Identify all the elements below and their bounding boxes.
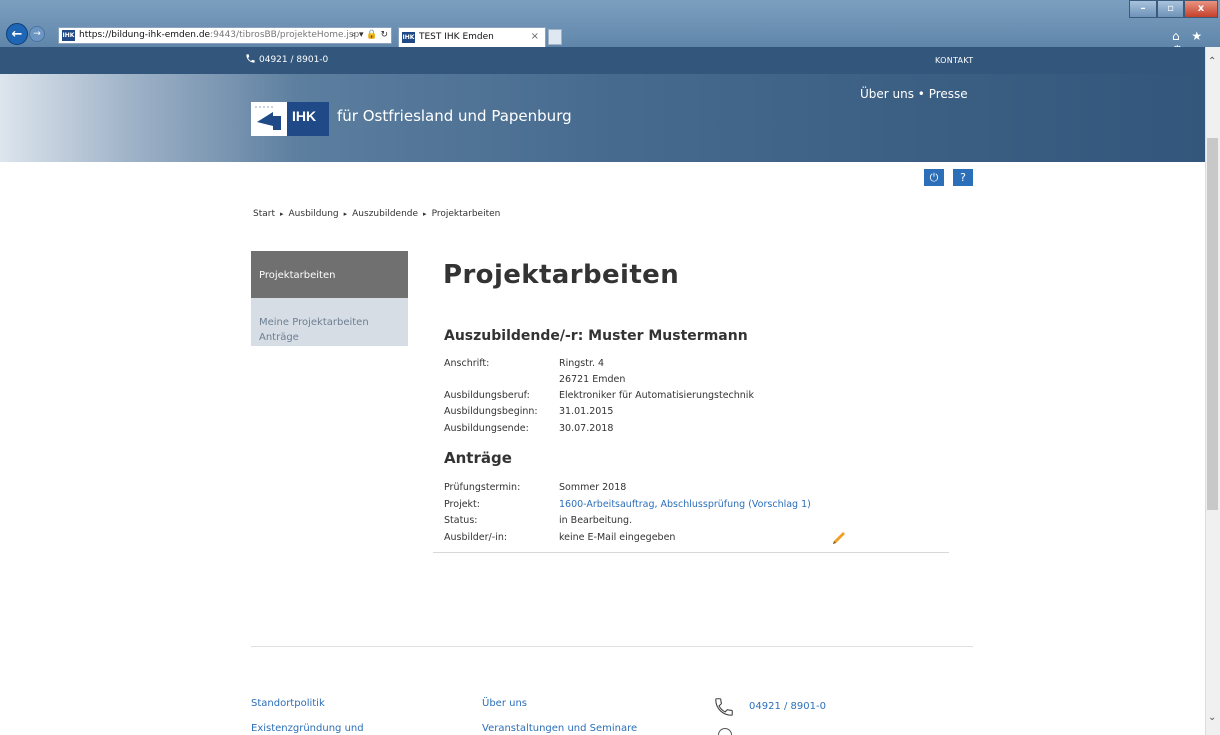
footer-link-ueber-uns[interactable]: Über uns (482, 698, 527, 709)
footer-link-standortpolitik[interactable]: Standortpolitik (251, 698, 325, 709)
section-divider (433, 552, 949, 553)
site-title: für Ostfriesland und Papenburg (337, 107, 572, 125)
site-header: IHK für Ostfriesland und Papenburg Über … (0, 74, 1205, 162)
new-tab-button[interactable] (548, 29, 562, 45)
minimize-button[interactable]: – (1129, 0, 1157, 18)
ende-label: Ausbildungsende: (444, 423, 529, 434)
browser-chrome: ← → IHK https://bildung-ihk-emden.de:944… (0, 0, 1220, 57)
maximize-button[interactable]: ▫ (1157, 0, 1184, 18)
trainee-heading: Auszubildende/-r: Muster Mustermann (444, 328, 748, 344)
ihk-logo[interactable]: IHK (251, 102, 329, 136)
beruf-label: Ausbildungsberuf: (444, 390, 530, 401)
browser-tab[interactable]: IHK TEST IHK Emden × (398, 27, 546, 47)
forward-button[interactable]: → (29, 26, 45, 42)
power-icon: ⏻ (929, 171, 939, 184)
header-links[interactable]: Über uns • Presse (860, 87, 968, 101)
forward-arrow-icon: → (33, 28, 41, 39)
scroll-down-icon[interactable]: ⌄ (1208, 712, 1216, 723)
phone-icon (246, 54, 255, 63)
footer-phone[interactable]: 04921 / 8901-0 (749, 701, 826, 712)
address-bar[interactable]: IHK https://bildung-ihk-emden.de:9443/ti… (58, 27, 392, 44)
site-favicon-icon: IHK (62, 30, 75, 41)
help-button[interactable]: ? (953, 169, 973, 186)
anschrift-line2: 26721 Emden (559, 374, 626, 385)
beginn-value: 31.01.2015 (559, 406, 614, 417)
tab-close-icon[interactable]: × (531, 28, 539, 46)
footer-divider (251, 646, 973, 647)
sidenav-item-projektarbeiten[interactable]: Projektarbeiten (251, 251, 408, 298)
url-path: :9443/tibrosBB/projekteHome.jsp (210, 30, 360, 40)
breadcrumb: Start ▸ Ausbildung ▸ Auszubildende ▸ Projektar… (253, 209, 500, 219)
scroll-up-icon[interactable]: ⌃ (1208, 56, 1216, 67)
ihk-logo-text: IHK (287, 102, 329, 136)
back-button[interactable]: ← (6, 23, 28, 45)
antraege-heading: Anträge (444, 449, 512, 467)
address-tools[interactable]: ⌕ ▾ 🔒 ↻ (351, 28, 388, 43)
footer-link-veranstaltungen[interactable]: Veranstaltungen und Seminare (482, 723, 637, 734)
breadcrumb-start[interactable]: Start (253, 209, 275, 219)
breadcrumb-projektarbeiten: Projektarbeiten (431, 209, 501, 219)
beruf-value: Elektroniker für Automatisierungstechnik (559, 390, 754, 401)
breadcrumb-separator-icon: ▸ (423, 210, 427, 218)
breadcrumb-separator-icon: ▸ (343, 210, 348, 218)
anschrift-label: Anschrift: (444, 358, 490, 369)
beginn-label: Ausbildungsbeginn: (444, 406, 538, 417)
projekt-link[interactable]: 1600-Arbeitsauftrag, Abschlussprüfung (V… (559, 499, 811, 510)
sidenav-item-meine-projektarbeiten[interactable]: Meine Projektarbeiten (259, 315, 408, 330)
termin-label: Prüfungstermin: (444, 482, 521, 493)
projekt-label: Projekt: (444, 499, 480, 510)
close-window-button[interactable]: x (1184, 0, 1218, 18)
ihk-logo-mark-icon (251, 102, 287, 136)
footer-info-icon (718, 728, 732, 735)
edit-pencil-icon[interactable] (831, 530, 847, 546)
sidenav-submenu: Meine Projektarbeiten Anträge (251, 298, 408, 346)
logout-button[interactable]: ⏻ (924, 169, 944, 186)
status-value: in Bearbeitung. (559, 515, 633, 526)
breadcrumb-auszubildende[interactable]: Auszubildende (352, 209, 418, 219)
kontakt-link[interactable]: KONTAKT (935, 56, 973, 65)
tab-title: TEST IHK Emden (419, 32, 494, 42)
url-domain: https://bildung-ihk-emden.de (79, 30, 211, 40)
termin-value: Sommer 2018 (559, 482, 627, 493)
ausbilder-label: Ausbilder/-in: (444, 532, 508, 543)
help-label: ? (960, 171, 966, 184)
back-arrow-icon: ← (11, 26, 23, 42)
ausbilder-value: keine E-Mail eingegeben (559, 532, 676, 543)
footer-link-existenzgruendung[interactable]: Existenzgründung und (251, 723, 364, 734)
scrollbar-thumb[interactable] (1207, 138, 1218, 510)
anschrift-line1: Ringstr. 4 (559, 358, 605, 369)
footer-phone-icon (715, 698, 733, 716)
page-title: Projektarbeiten (443, 260, 680, 290)
site-topbar: 04921 / 8901-0 KONTAKT (0, 47, 1205, 74)
breadcrumb-separator-icon: ▸ (280, 210, 284, 218)
sidenav-item-antraege[interactable]: Anträge (259, 330, 408, 345)
tab-favicon-icon: IHK (402, 32, 415, 43)
header-phone[interactable]: 04921 / 8901-0 (259, 55, 328, 65)
ende-value: 30.07.2018 (559, 423, 614, 434)
breadcrumb-ausbildung[interactable]: Ausbildung (289, 209, 339, 219)
status-label: Status: (444, 515, 478, 526)
